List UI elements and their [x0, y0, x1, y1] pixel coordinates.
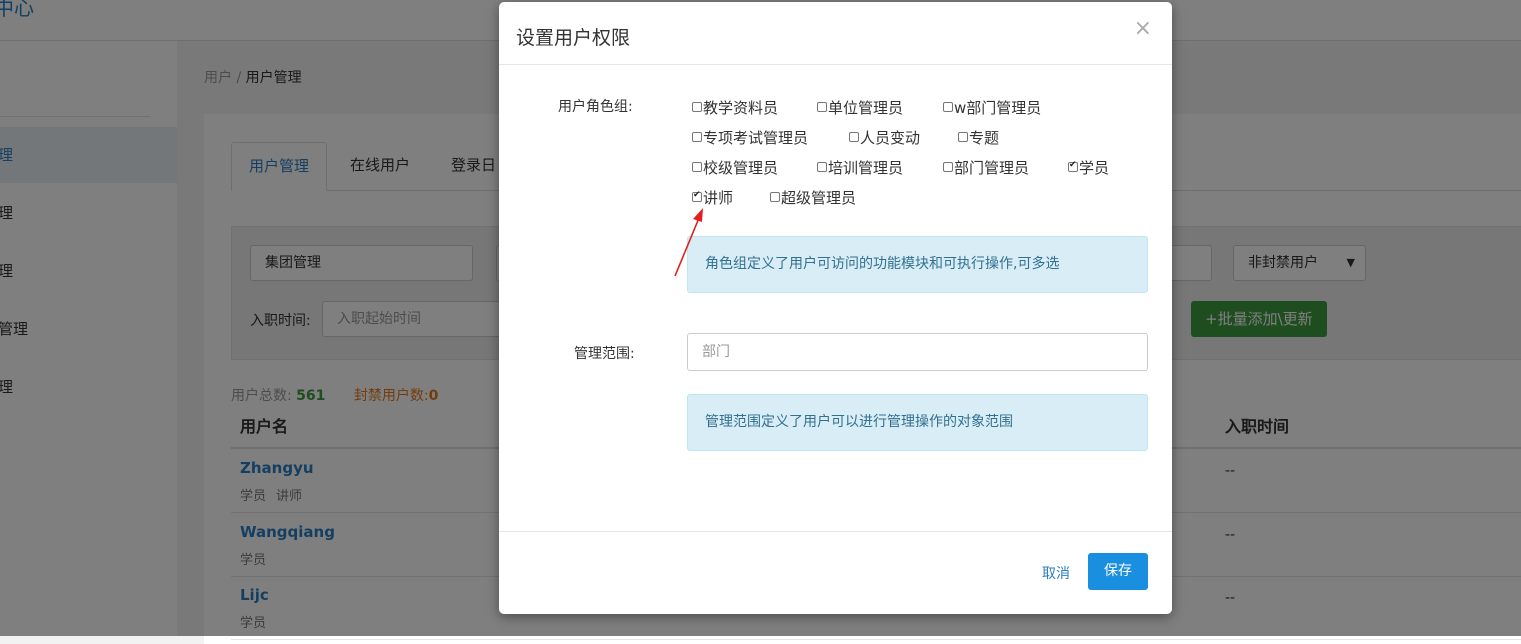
annotation-arrow [674, 208, 703, 277]
annotation-arrow-head [693, 208, 703, 222]
annotation-arrow-line [674, 217, 700, 277]
